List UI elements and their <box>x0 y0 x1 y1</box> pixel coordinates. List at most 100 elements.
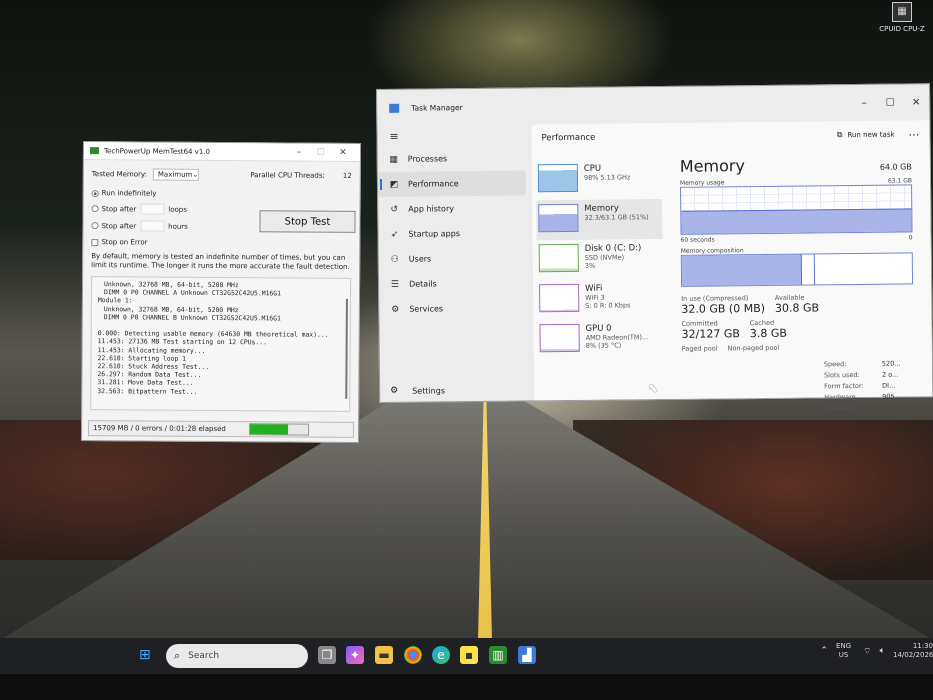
nav-details[interactable]: ☰ Details <box>379 270 527 297</box>
device-sub: S: 0 R: 0 Kbps <box>585 301 631 310</box>
radio-stop-after-hours[interactable] <box>91 222 99 230</box>
nav-details-label: Details <box>408 279 437 289</box>
memtest-titlebar[interactable]: TechPowerUp MemTest64 v1.0 – ☐ ✕ <box>83 142 361 162</box>
stat-value: 32/127 GB <box>681 327 740 341</box>
memtest-log[interactable]: Unknown, 32768 MB, 64-bit, 5200 MHz DIMM … <box>90 276 352 412</box>
history-icon: ↺ <box>390 204 399 215</box>
language-code: ENG <box>836 642 852 650</box>
memtest-window[interactable]: TechPowerUp MemTest64 v1.0 – ☐ ✕ Tested … <box>80 141 362 443</box>
nav-app-history-label: App history <box>408 204 454 214</box>
task-view-icon[interactable]: ❐ <box>318 646 336 664</box>
nav-app-history[interactable]: ↺ App history <box>378 195 526 222</box>
hours-label: hours <box>168 222 188 231</box>
search-icon: ⌕ <box>174 649 181 662</box>
memory-usage-graph <box>680 184 913 235</box>
clock[interactable]: 11:30 14/02/2026 <box>893 642 933 660</box>
composition-modified <box>801 254 816 285</box>
form-factor-label: Form factor: <box>824 381 864 391</box>
memtest-statusbar: 15709 MB / 0 errors / 0:01:28 elapsed <box>87 420 355 438</box>
nav-startup-apps[interactable]: ➶ Startup apps <box>378 220 526 247</box>
stop-on-error-checkbox[interactable] <box>91 238 99 246</box>
stat-label: Non-paged pool <box>727 343 780 353</box>
memtest-status-text: 15709 MB / 0 errors / 0:01:28 elapsed <box>93 424 226 434</box>
maximize-icon[interactable]: ☐ <box>310 147 332 157</box>
chrome-icon[interactable] <box>404 646 422 664</box>
stop-test-button[interactable]: Stop Test <box>259 210 356 233</box>
taskbar-search[interactable]: ⌕ Search <box>166 644 308 668</box>
run-indefinitely-option[interactable]: Run indefinitely <box>84 189 360 199</box>
processes-icon: ▦ <box>389 154 399 165</box>
memory-usage-fill <box>681 207 912 234</box>
disk-graph-thumbnail <box>538 243 579 273</box>
log-scrollbar[interactable] <box>345 298 348 399</box>
nav-settings[interactable]: ⚙ Settings <box>390 385 445 396</box>
parallel-threads-value: 12 <box>342 171 352 180</box>
memory-heading: Memory <box>679 156 746 176</box>
close-icon[interactable]: ✕ <box>903 97 929 108</box>
loops-label: loops <box>168 205 187 214</box>
run-new-task-button[interactable]: ⧉ Run new task <box>837 130 895 141</box>
radio-stop-after-loops[interactable] <box>91 205 99 213</box>
task-manager-app-icon <box>389 103 400 113</box>
desktop-shortcut-cpuz[interactable]: ▦ CPUID CPU-Z <box>876 2 928 33</box>
volume-icon[interactable]: 🔈︎ <box>880 646 885 656</box>
nav-users[interactable]: ⚇ Users <box>379 245 527 272</box>
hamburger-menu-icon[interactable]: ≡ <box>377 124 529 147</box>
nav-performance-label: Performance <box>407 179 459 189</box>
loops-field[interactable] <box>140 203 165 215</box>
run-task-icon: ⧉ <box>836 130 843 140</box>
task-manager-taskbar-icon[interactable]: ▟ <box>518 646 536 664</box>
device-memory[interactable]: Memory 32.3/63.1 GB (51%) <box>536 199 663 241</box>
close-icon[interactable]: ✕ <box>332 147 354 157</box>
stop-after-loops-label: Stop after <box>101 204 137 213</box>
chevron-up-icon[interactable]: ⌃ <box>820 646 828 656</box>
edge-icon[interactable]: e <box>432 646 450 664</box>
performance-title: Performance <box>541 132 596 144</box>
wifi-icon[interactable]: ⌔ <box>863 646 871 657</box>
cpu-chip-icon: ▦ <box>892 2 912 22</box>
task-manager-window[interactable]: Task Manager – ☐ ✕ ≡ ▦ Processes ◩ Perfo… <box>376 83 933 412</box>
tested-memory-label: Tested Memory: <box>91 170 147 179</box>
hours-field[interactable] <box>140 220 165 232</box>
nav-performance[interactable]: ◩ Performance <box>377 170 527 197</box>
system-tray: ⌃ ENG US ⌔ 🔈︎ 11:30 14/02/2026 <box>820 642 933 660</box>
language-indicator[interactable]: ENG US <box>836 642 851 660</box>
tested-memory-select[interactable]: Maximum ⌄ <box>152 168 199 181</box>
minimize-icon[interactable]: – <box>288 147 310 157</box>
device-disk[interactable]: Disk 0 (C: D:) SSD (NVMe) 3% <box>537 239 663 280</box>
device-cpu[interactable]: CPU 98% 5.13 GHz <box>536 159 662 200</box>
memory-side-stats: Speed: 520... Slots used: 2 o... Form fa… <box>824 358 925 414</box>
device-wifi[interactable]: WiFi WiFi 3 S: 0 R: 0 Kbps <box>537 279 663 320</box>
minimize-icon[interactable]: – <box>851 97 877 108</box>
more-options-icon[interactable]: ⋯ <box>908 128 919 141</box>
memtest-taskbar-icon[interactable]: ▥ <box>489 646 507 664</box>
monitor-bezel <box>0 674 933 700</box>
device-sub: 8% (35 °C) <box>585 341 622 350</box>
stop-on-error-option[interactable]: Stop on Error <box>83 238 359 248</box>
memory-capacity: 64.0 GB <box>879 162 912 172</box>
maximize-icon[interactable]: ☐ <box>877 97 903 108</box>
speed-label: Speed: <box>823 360 847 369</box>
device-name: CPU <box>583 163 602 174</box>
desktop-shortcut-label: CPUID CPU-Z <box>879 25 925 33</box>
device-sub: 3% <box>584 261 596 270</box>
hardware-reserved-label: Hardware reserved: <box>824 392 856 413</box>
log-line: DIMM 0 P0 CHANNEL B Unknown CT32G52C42U5… <box>103 312 281 323</box>
sticky-notes-icon[interactable]: ▪ <box>460 646 478 664</box>
details-icon: ☰ <box>390 279 400 290</box>
memtest-progress-bar <box>249 423 310 436</box>
device-gpu[interactable]: GPU 0 AMD Radeon(TM)... 8% (35 °C) <box>537 319 663 360</box>
memory-detail: Memory 64.0 GB Memory usage 63.1 GB 60 s… <box>679 154 914 353</box>
nav-processes[interactable]: ▦ Processes <box>378 145 526 172</box>
radio-run-indefinitely[interactable] <box>91 189 99 197</box>
nav-services[interactable]: ⚙ Services <box>379 295 527 322</box>
task-manager-titlebar[interactable]: Task Manager – ☐ ✕ <box>377 84 929 126</box>
windows-start-icon[interactable]: ⊞ <box>139 647 155 663</box>
file-explorer-icon[interactable]: ▬ <box>375 646 393 664</box>
slots-label: Slots used: <box>823 370 860 380</box>
copilot-icon[interactable]: ✦ <box>346 646 364 664</box>
taskbar: ⊞ ⌕ Search ❐ ✦ ▬ e ▪ ▥ ▟ ⌃ ENG US ⌔ 🔈︎ 1… <box>0 638 933 674</box>
chevron-down-icon: ⌄ <box>192 170 199 179</box>
run-indefinitely-label: Run indefinitely <box>101 189 157 198</box>
memtest-description: By default, memory is tested an indefini… <box>91 252 350 271</box>
